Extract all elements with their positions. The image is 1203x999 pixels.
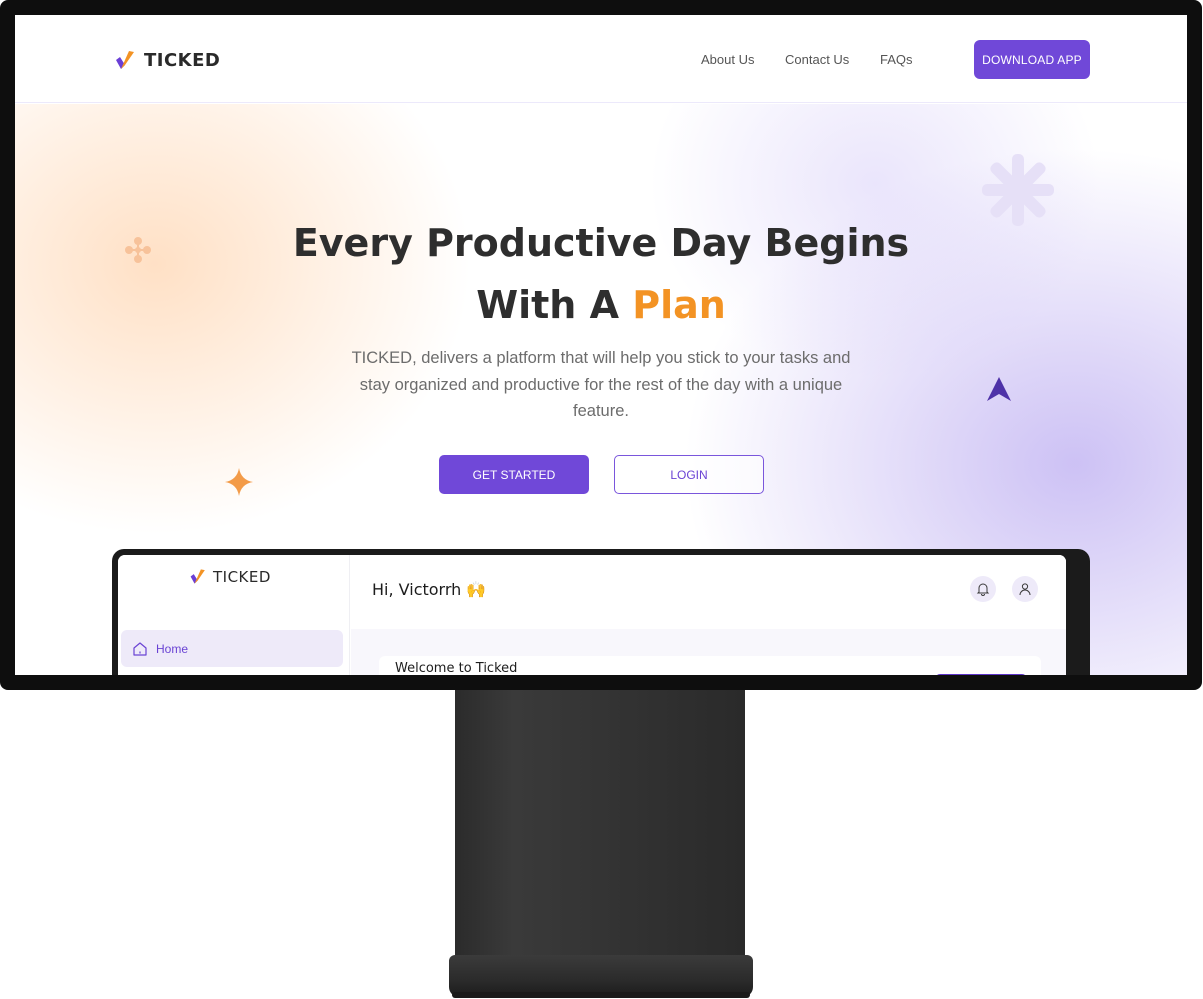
dashboard-topbar: Hi, Victorrh 🙌 xyxy=(351,555,1066,629)
dashboard-sidebar: TICKED Home xyxy=(118,555,350,675)
download-app-button[interactable]: DOWNLOAD APP xyxy=(974,40,1090,79)
check-logo-icon xyxy=(190,569,205,584)
dashboard-main: Hi, Victorrh 🙌 Welcome to Ticked xyxy=(351,555,1066,675)
sidebar-item-label: Home xyxy=(156,641,189,656)
brand-name: TICKED xyxy=(144,49,221,71)
welcome-card: Welcome to Ticked xyxy=(379,656,1041,675)
hero-subtitle: TICKED, delivers a platform that will he… xyxy=(351,349,851,420)
login-button[interactable]: LOGIN xyxy=(614,455,764,494)
hero-title-highlight: Plan xyxy=(632,283,726,327)
nav-link-about-us[interactable]: About Us xyxy=(701,52,754,67)
greeting-text: Hi, Victorrh 🙌 xyxy=(372,580,487,599)
welcome-card-button[interactable] xyxy=(935,674,1027,675)
welcome-card-title: Welcome to Ticked xyxy=(395,661,518,675)
user-icon xyxy=(1019,583,1031,596)
monitor-stand-neck xyxy=(455,690,745,960)
sparkle-decoration-icon xyxy=(225,468,253,496)
check-logo-icon xyxy=(116,51,134,69)
notification-button[interactable] xyxy=(970,576,996,602)
sidebar-item-home[interactable]: Home xyxy=(121,630,343,667)
dashboard-logo[interactable]: TICKED xyxy=(189,567,271,586)
brand-logo[interactable]: TICKED xyxy=(114,48,220,72)
dashboard-brand-name: TICKED xyxy=(213,567,271,586)
monitor-screen: TICKED About Us Contact Us FAQs DOWNLOAD… xyxy=(15,15,1187,675)
top-navbar: TICKED About Us Contact Us FAQs DOWNLOAD… xyxy=(15,15,1187,103)
nav-link-contact-us[interactable]: Contact Us xyxy=(785,52,849,67)
bell-icon xyxy=(976,583,990,596)
hero-title-line2-prefix: With A xyxy=(476,283,633,327)
dashboard-preview: TICKED Home Hi, Victorrh 🙌 Welcome to Ti… xyxy=(118,555,1066,675)
dashboard-preview-frame: TICKED Home Hi, Victorrh 🙌 Welcome to Ti… xyxy=(112,549,1090,675)
monitor-mockup: TICKED About Us Contact Us FAQs DOWNLOAD… xyxy=(0,0,1203,999)
home-icon xyxy=(133,641,147,656)
get-started-button[interactable]: GET STARTED xyxy=(439,455,589,494)
profile-button[interactable] xyxy=(1012,576,1038,602)
hero-title-line1: Every Productive Day Begins xyxy=(292,221,910,265)
monitor-stand-base xyxy=(449,955,753,997)
nav-link-faqs[interactable]: FAQs xyxy=(880,52,913,67)
arrow-star-decoration-icon xyxy=(987,377,1011,401)
monitor-stand-foot xyxy=(452,992,750,998)
hero-title: Every Productive Day Begins With A Plan xyxy=(15,212,1187,336)
